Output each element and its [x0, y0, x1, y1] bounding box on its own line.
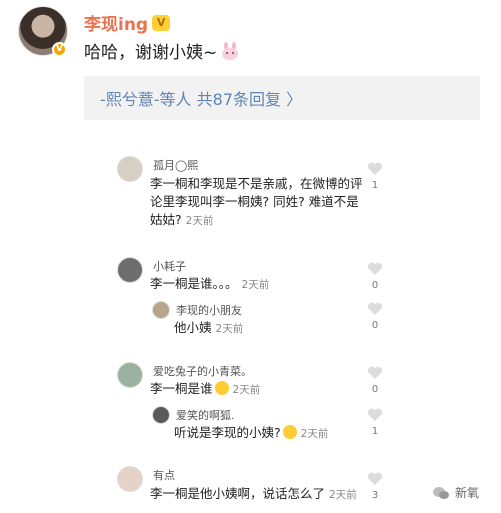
verified-badge-icon: V	[52, 42, 67, 57]
like-button[interactable]: 1	[366, 162, 384, 191]
like-count: 0	[371, 320, 379, 331]
comment-text: 李一桐和李现是不是亲戚，在微博的评 论里李现叫李一桐姨? 同姓? 难道不是 姑姑…	[150, 175, 363, 230]
reply-avatar[interactable]	[152, 301, 170, 319]
like-button[interactable]: 1	[366, 408, 384, 437]
comment-text-line: 姑姑? 2天前	[150, 212, 214, 227]
watermark: 新氧	[432, 484, 479, 501]
comment-time: 2天前	[232, 384, 261, 396]
heart-icon	[367, 366, 383, 379]
like-count: 1	[371, 180, 379, 191]
comment-text: 李一桐是他小姨啊，说话怎么了 2天前	[150, 486, 357, 501]
comment-author[interactable]: 小耗子	[153, 258, 186, 274]
laughing-emoji-icon	[282, 425, 297, 439]
like-count: 3	[371, 490, 379, 501]
reply-author[interactable]: 李现的小朋友	[176, 302, 242, 318]
comment-text: 李一桐是谁。。。 2天前	[150, 276, 270, 291]
comment-avatar[interactable]	[117, 466, 143, 492]
watermark-text: 新氧	[455, 486, 480, 500]
comment-time: 2天前	[185, 215, 214, 227]
reply-text: 听说是李现的小姨? 2天前	[174, 425, 329, 440]
heart-icon	[367, 472, 383, 485]
post-author-name-text[interactable]: 李现ing	[84, 10, 148, 35]
comment-text: 李一桐是谁 2天前	[150, 381, 261, 396]
like-button[interactable]: 3	[366, 472, 384, 501]
reply-avatar[interactable]	[152, 406, 170, 424]
post-text: 哈哈，谢谢小姨~	[84, 38, 240, 63]
comment-avatar[interactable]	[117, 257, 143, 283]
comment-avatar[interactable]	[117, 156, 143, 182]
like-count: 0	[371, 280, 379, 291]
vip-crown-icon: V	[152, 14, 171, 31]
heart-icon	[367, 262, 383, 275]
comment-time: 2天前	[241, 279, 270, 291]
heart-icon	[367, 302, 383, 315]
comment-avatar[interactable]	[117, 362, 143, 388]
heart-icon	[367, 408, 383, 421]
heart-icon	[367, 162, 383, 175]
comment-text-line: 论里李现叫李一桐姨? 同姓? 难道不是	[150, 194, 359, 209]
comment-author[interactable]: 孤月◯熙	[153, 157, 198, 173]
like-button[interactable]: 0	[366, 302, 384, 331]
reply-summary-link[interactable]: -熙兮薏-等人 共87条回复 〉	[100, 86, 302, 110]
post-author-name[interactable]: 李现ing V	[84, 10, 171, 35]
reply-author[interactable]: 爱笑的啊狐.	[176, 407, 235, 423]
wechat-logo-icon	[433, 486, 449, 499]
like-count: 1	[371, 426, 379, 437]
like-button[interactable]: 0	[366, 366, 384, 395]
comment-text-line: 李一桐和李现是不是亲戚，在微博的评	[150, 176, 363, 191]
comment-author[interactable]: 有点	[153, 467, 175, 483]
laughing-emoji-icon	[214, 381, 229, 395]
post-text-content: 哈哈，谢谢小姨~	[84, 43, 218, 63]
like-button[interactable]: 0	[366, 262, 384, 291]
comment-time: 2天前	[329, 489, 357, 501]
reply-text: 他小姨 2天前	[174, 320, 244, 335]
reply-time: 2天前	[215, 323, 244, 335]
reply-time: 2天前	[300, 428, 329, 440]
like-count: 0	[371, 384, 379, 395]
comment-author[interactable]: 爱吃兔子的小青菜。	[153, 363, 252, 379]
bunny-emoji-icon	[222, 41, 239, 60]
